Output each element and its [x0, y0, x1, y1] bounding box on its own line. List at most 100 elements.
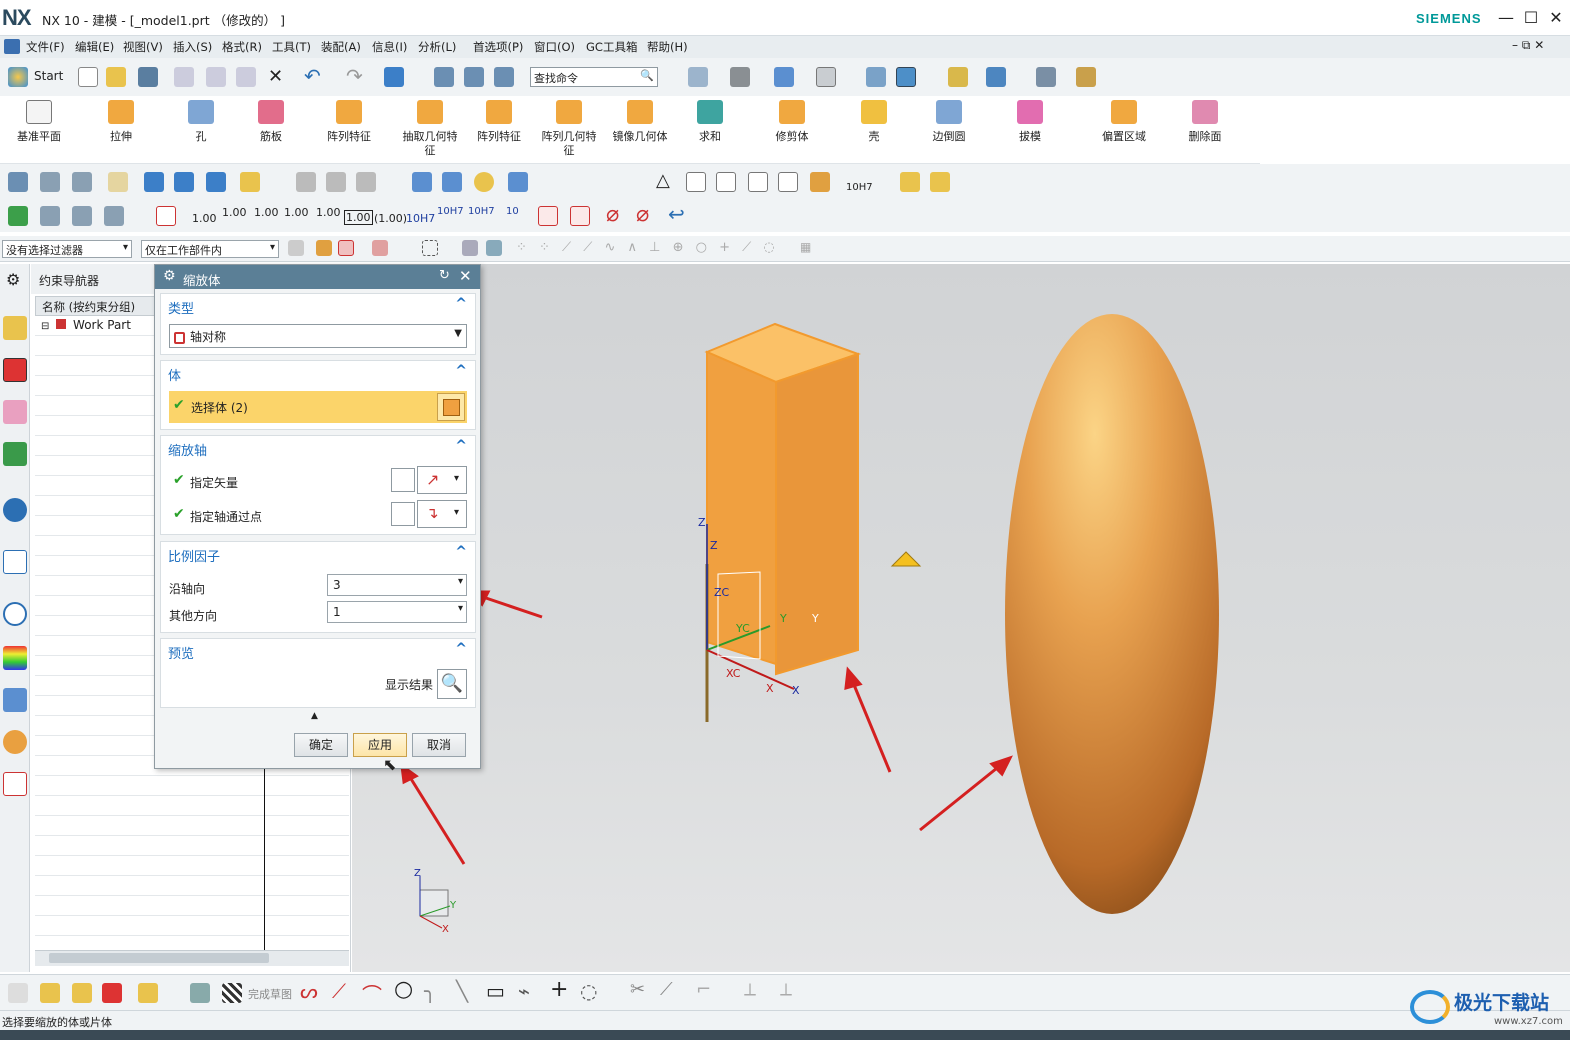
collapse-caret-icon[interactable]: ^	[455, 363, 467, 379]
point-type-button[interactable]: ↴ ▾	[417, 500, 467, 528]
add-component-icon[interactable]	[206, 172, 226, 192]
tube-icon[interactable]	[442, 172, 462, 192]
type-section-title[interactable]: 类型	[168, 298, 194, 317]
clip-section-icon[interactable]	[866, 67, 886, 87]
filter-reset-icon[interactable]	[288, 240, 304, 256]
axis-section-title[interactable]: 缩放轴	[168, 440, 207, 459]
dialog-gear-icon[interactable]: ⚙	[163, 268, 176, 284]
dim-11[interactable]: 10	[506, 206, 519, 217]
move-component-icon[interactable]	[174, 172, 194, 192]
make-corner-icon[interactable]: ⌐	[696, 979, 711, 1000]
body-section-title[interactable]: 体	[168, 365, 181, 384]
sweep-icon[interactable]	[356, 172, 376, 192]
collapse-caret-icon[interactable]: ^	[455, 296, 467, 312]
delete-icon[interactable]: ✕	[268, 66, 283, 87]
info-icon[interactable]	[3, 498, 27, 522]
reuse-library-icon[interactable]	[3, 442, 27, 466]
view-label-icon[interactable]	[778, 172, 798, 192]
ribbon-mirror-geometry[interactable]: 镜像几何体	[610, 100, 670, 144]
close-button[interactable]: ✕	[1546, 8, 1566, 27]
model-check-icon[interactable]	[40, 206, 60, 226]
minimize-button[interactable]: —	[1496, 8, 1516, 27]
fit-view-icon[interactable]	[688, 67, 708, 87]
layer-icon[interactable]	[494, 67, 514, 87]
menu-file[interactable]: 文件(F)	[26, 39, 65, 55]
select-face-icon[interactable]	[338, 240, 354, 256]
orient-view-icon[interactable]	[774, 67, 794, 87]
vector-dialog-button[interactable]: ↗ ▾	[417, 466, 467, 494]
move-object-icon[interactable]	[464, 67, 484, 87]
roles-icon[interactable]	[3, 730, 27, 754]
dim-3[interactable]: 1.00	[254, 206, 279, 219]
dim-6[interactable]: 1.00	[344, 210, 373, 225]
other-direction-input[interactable]: 1	[327, 601, 467, 623]
offset-curve-icon[interactable]: ◌	[580, 979, 597, 1003]
measure-icon[interactable]	[1076, 67, 1096, 87]
ribbon-draft[interactable]: 拔模	[1010, 100, 1050, 144]
dim-7[interactable]: (1.00)	[374, 212, 407, 225]
ribbon-extrude[interactable]: 拉伸	[96, 100, 146, 144]
selection-scope-select[interactable]: 仅在工作部件内	[141, 240, 279, 258]
line-icon[interactable]: ⟋	[332, 979, 346, 1003]
expand-more-icon[interactable]: ▲	[311, 711, 318, 721]
dim-8[interactable]: 10H7	[406, 212, 435, 225]
show-hide-icon[interactable]	[986, 67, 1006, 87]
sketch-plane-icon[interactable]	[190, 983, 210, 1003]
settings-gear-icon[interactable]: ⚙	[6, 270, 20, 289]
new-file-icon[interactable]	[78, 67, 98, 87]
auto-balloon-icon[interactable]	[930, 172, 950, 192]
type-select[interactable]: 轴对称 ▼	[169, 324, 467, 348]
menu-tools[interactable]: 工具(T)	[272, 39, 311, 55]
maximize-button[interactable]: ☐	[1521, 8, 1541, 27]
scale-handle-icon[interactable]	[890, 551, 922, 567]
ribbon-extract-geometry[interactable]: 抽取几何特征	[400, 100, 460, 158]
show-result-button[interactable]: 🔍	[437, 669, 467, 699]
box-front-face[interactable]	[706, 350, 777, 666]
ok-button[interactable]: 确定	[294, 733, 348, 757]
radius-icon[interactable]	[538, 206, 558, 226]
menu-gc-toolbox[interactable]: GC工具箱	[586, 39, 637, 55]
assembly-navigator-icon[interactable]	[3, 358, 27, 382]
cancel-button[interactable]: 取消	[412, 733, 466, 757]
snap-point-icon[interactable]	[316, 240, 332, 256]
command-search-input[interactable]: 查找命令 🔍	[530, 67, 658, 87]
ribbon-pattern-feature[interactable]: 阵列特征	[324, 100, 374, 144]
feature-select-icon[interactable]	[462, 240, 478, 256]
finish-sketch-label[interactable]: 完成草图	[248, 986, 292, 1002]
sketch-task-icon[interactable]	[8, 983, 28, 1003]
search-icon[interactable]: 🔍	[640, 69, 654, 82]
dim-2[interactable]: 1.00	[222, 206, 247, 219]
reverse-direction-icon[interactable]	[391, 468, 415, 492]
menu-info[interactable]: 信息(I)	[372, 39, 407, 55]
ribbon-offset-region[interactable]: 偏置区域	[1096, 100, 1152, 144]
note-icon[interactable]	[108, 172, 128, 192]
text-icon[interactable]	[240, 172, 260, 192]
along-axis-input[interactable]: 3	[327, 574, 467, 596]
polygon-icon[interactable]: ⌁	[518, 979, 530, 1003]
menu-window[interactable]: 窗口(O)	[534, 39, 575, 55]
add-component-icon[interactable]	[40, 983, 60, 1003]
chamfer-icon[interactable]: ╲	[456, 979, 468, 1003]
ribbon-rib[interactable]: 筋板	[246, 100, 296, 144]
ribbon-hole[interactable]: 孔	[178, 100, 224, 144]
check-icon[interactable]	[8, 206, 28, 226]
open-file-icon[interactable]	[106, 67, 126, 87]
ribbon-delete-face[interactable]: 删除面	[1180, 100, 1230, 144]
thread-icon[interactable]	[508, 172, 528, 192]
ribbon-trim-body[interactable]: 修剪体	[768, 100, 816, 144]
preview-section-title[interactable]: 预览	[168, 643, 194, 662]
paste-icon[interactable]	[236, 67, 256, 87]
scrollbar-thumb[interactable]	[49, 953, 269, 963]
web-browser-icon[interactable]	[3, 550, 27, 574]
apply-button[interactable]: 应用	[353, 733, 407, 757]
extend-icon[interactable]: ⟋	[660, 979, 673, 1000]
history-icon[interactable]	[3, 602, 27, 626]
process-studio-icon[interactable]	[3, 688, 27, 712]
snap-icon[interactable]	[1036, 67, 1056, 87]
table-icon[interactable]	[686, 172, 706, 192]
palette-icon[interactable]	[3, 646, 27, 670]
constraint-navigator-icon[interactable]	[3, 400, 27, 424]
cylinder-icon[interactable]	[412, 172, 432, 192]
sketch-icon[interactable]	[384, 67, 404, 87]
copy-icon[interactable]	[206, 67, 226, 87]
